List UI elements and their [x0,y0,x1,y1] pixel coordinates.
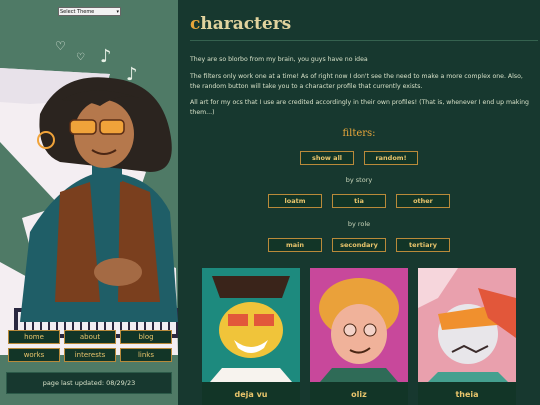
character-card-deja-vu[interactable]: deja vu [202,268,300,405]
last-updated-text: page last updated: 08/29/23 [6,372,172,394]
svg-text:♪: ♪ [100,46,112,67]
filter-tia-button[interactable]: tia [332,194,386,208]
svg-text:♡: ♡ [55,39,66,53]
chevron-down-icon: ▾ [116,9,119,15]
by-role-label: by role [347,220,371,228]
nav-home-button[interactable]: home [8,330,60,344]
sidebar: Select Theme ▾ ♡ ♡ ♪ ♪ home about blog w… [0,0,178,405]
filter-role-row: main secondary tertiary [178,238,540,252]
character-card-theia[interactable]: theia [418,268,516,405]
deja-vu-portrait [202,268,300,382]
nav-about-button[interactable]: about [64,330,116,344]
filter-story-row: loatm tia other [178,194,540,208]
theme-select-value: Select Theme [60,9,95,15]
title-divider [190,40,538,41]
main-content: characters They are so blorbo from my br… [178,0,540,405]
character-card-oliz[interactable]: oliz [310,268,408,405]
nav-links-button[interactable]: links [120,348,172,362]
filter-tertiary-button[interactable]: tertiary [396,238,450,252]
nav-blog-button[interactable]: blog [120,330,172,344]
character-name: deja vu [234,390,268,399]
character-name: theia [455,390,479,399]
intro-paragraph-1: They are so blorbo from my brain, you gu… [190,56,368,63]
filter-secondary-button[interactable]: secondary [332,238,386,252]
filter-random-button[interactable]: random! [364,151,418,165]
filter-show-all-button[interactable]: show all [300,151,354,165]
intro-paragraph-3: All art for my ocs that I use are credit… [190,99,529,116]
page-title: characters [190,14,291,34]
sidebar-character-illustration: ♡ ♡ ♪ ♪ [0,39,178,355]
filters-heading: filters: [342,128,376,139]
filter-loatm-button[interactable]: loatm [268,194,322,208]
nav-works-button[interactable]: works [8,348,60,362]
by-story-label: by story [345,176,373,184]
svg-text:♡: ♡ [76,52,85,63]
theia-portrait [418,268,516,382]
page-title-rest: haracters [200,14,292,34]
theme-select[interactable]: Select Theme ▾ [58,7,121,16]
filter-general-row: show all random! [178,151,540,165]
character-name: oliz [351,390,367,399]
page-title-initial: c [190,14,201,34]
filter-other-button[interactable]: other [396,194,450,208]
intro-paragraph-2: The filters only work one at a time! As … [190,73,523,90]
oliz-portrait [310,268,408,382]
nav-interests-button[interactable]: interests [64,348,116,362]
site-nav: home about blog works interests links [8,330,172,362]
filter-main-button[interactable]: main [268,238,322,252]
